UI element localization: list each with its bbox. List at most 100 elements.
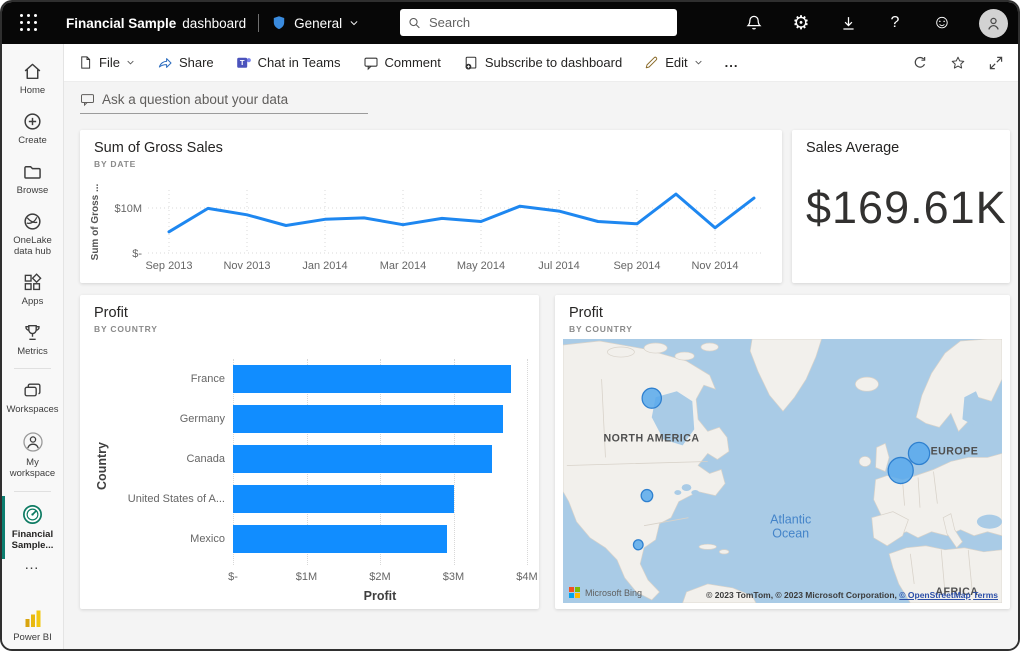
share-icon xyxy=(157,55,173,71)
person-icon xyxy=(985,15,1002,32)
bing-map[interactable]: NORTH AMERICAEUROPEAFRICAAtlanticOceanCa… xyxy=(563,339,1002,603)
sidebar-item-onelake-data-hub[interactable]: OneLake data hub xyxy=(2,204,63,265)
openstreetmap-link[interactable]: © OpenStreetMap xyxy=(899,590,970,600)
bar-category-label: Canada xyxy=(80,453,225,465)
sidebar-item-metrics[interactable]: Metrics xyxy=(2,315,63,365)
line-chart: Sep 2013Nov 2013Jan 2014Mar 2014May 2014… xyxy=(84,176,774,276)
bar-France[interactable] xyxy=(233,365,511,393)
top-app-bar: Financial Sampledashboard General ⚙ ? ☺ xyxy=(2,2,1018,44)
bar-category-label: Germany xyxy=(80,413,225,425)
tile-title: Sum of Gross Sales xyxy=(94,140,768,156)
help-icon[interactable]: ? xyxy=(885,13,905,33)
dashboard-toolbar: File Share T Chat in Teams Comment xyxy=(64,44,1018,82)
tile-title: Profit xyxy=(94,305,525,321)
bar-xaxis-tick: $1M xyxy=(296,571,317,583)
chevron-down-icon xyxy=(349,18,359,28)
metrics-icon xyxy=(22,322,43,343)
tile-gross-sales-line-chart[interactable]: Sum of Gross Sales BY DATE Sep 2013Nov 2… xyxy=(80,130,782,283)
sidebar-item-home[interactable]: Home xyxy=(2,54,63,104)
edit-pencil-icon xyxy=(644,55,659,70)
ask-question-input[interactable]: Ask a question about your data xyxy=(80,92,368,114)
edit-button[interactable]: Edit xyxy=(644,55,702,70)
subscribe-icon xyxy=(463,55,479,71)
sidebar-item-create[interactable]: Create xyxy=(2,104,63,154)
search-icon xyxy=(408,16,421,30)
sensitivity-label-text: General xyxy=(294,16,342,31)
sidebar-item-my-workspace[interactable]: My workspace xyxy=(2,423,63,487)
browse-icon xyxy=(22,161,43,182)
notifications-bell-icon[interactable] xyxy=(744,13,764,33)
toolbar-more-button[interactable]: ... xyxy=(725,55,739,70)
terms-link[interactable]: Terms xyxy=(973,590,998,600)
sidebar-item-financial-sample[interactable]: Financial Sample... xyxy=(2,496,63,559)
left-nav-sidebar: Home Create Browse OneLake data hub Apps… xyxy=(2,44,64,651)
bar-category-label: United States of A... xyxy=(80,493,225,505)
bar-category-label: France xyxy=(80,373,225,385)
home-icon xyxy=(22,61,43,82)
card-value: $169.61K xyxy=(806,182,996,234)
download-icon[interactable] xyxy=(838,13,858,33)
svg-text:Jul 2014: Jul 2014 xyxy=(538,260,580,272)
refresh-icon[interactable] xyxy=(912,55,928,71)
app-window: Financial Sampledashboard General ⚙ ? ☺ xyxy=(0,0,1020,651)
bing-logo: Microsoft Bing xyxy=(569,587,642,598)
sidebar-divider xyxy=(14,491,51,492)
share-button[interactable]: Share xyxy=(157,55,214,71)
map-bubble-Germany[interactable]: Germany xyxy=(908,442,929,464)
svg-text:Sep 2014: Sep 2014 xyxy=(613,260,660,272)
file-menu-button[interactable]: File xyxy=(78,55,135,70)
favorite-star-icon[interactable] xyxy=(950,55,966,71)
sidebar-item-workspaces[interactable]: Workspaces xyxy=(2,373,63,423)
search-input[interactable] xyxy=(427,14,669,31)
bar-Germany[interactable] xyxy=(233,405,503,433)
svg-text:T: T xyxy=(239,58,244,67)
svg-text:May 2014: May 2014 xyxy=(457,260,505,272)
bar-xaxis-tick: $3M xyxy=(443,571,464,583)
apps-icon xyxy=(22,272,43,293)
bar-category-label: Mexico xyxy=(80,533,225,545)
map-canvas: NORTH AMERICAEUROPEAFRICAAtlanticOceanCa… xyxy=(563,339,1002,603)
tile-profit-map[interactable]: Profit BY COUNTRY xyxy=(555,295,1010,609)
feedback-smiley-icon[interactable]: ☺ xyxy=(932,13,952,33)
chevron-down-icon xyxy=(694,58,703,67)
sidebar-overflow-icon[interactable]: ... xyxy=(2,559,63,574)
bar-Mexico[interactable] xyxy=(233,525,447,553)
svg-text:Ocean: Ocean xyxy=(772,526,809,541)
microsoft-logo-icon xyxy=(569,587,580,598)
sensitivity-label-selector[interactable]: General xyxy=(271,14,359,32)
tile-profit-bar-chart[interactable]: Profit BY COUNTRY Profit Country $-$1M$2… xyxy=(80,295,539,609)
teams-icon: T xyxy=(236,55,252,71)
bar-row: France xyxy=(80,365,539,393)
fullscreen-expand-icon[interactable] xyxy=(988,55,1004,71)
svg-text:Jan 2014: Jan 2014 xyxy=(302,260,347,272)
tile-subtitle: BY COUNTRY xyxy=(94,324,525,334)
bar-United States of A...[interactable] xyxy=(233,485,454,513)
bar-xaxis-tick: $- xyxy=(228,571,238,583)
account-avatar[interactable] xyxy=(979,9,1008,38)
qna-section: Ask a question about your data xyxy=(64,82,1018,120)
tile-sales-average-card[interactable]: Sales Average $169.61K xyxy=(792,130,1010,283)
sidebar-item-browse[interactable]: Browse xyxy=(2,154,63,204)
comment-button[interactable]: Comment xyxy=(363,55,441,71)
map-bubble-Canada[interactable]: Canada xyxy=(642,388,661,408)
map-bubble-France[interactable]: France xyxy=(888,457,913,483)
tile-title: Sales Average xyxy=(806,140,996,156)
sidebar-item-apps[interactable]: Apps xyxy=(2,265,63,315)
dashboard-title: Financial Sampledashboard xyxy=(66,16,246,31)
settings-gear-icon[interactable]: ⚙ xyxy=(791,13,811,33)
speech-bubble-icon xyxy=(80,92,95,107)
bar-row: Germany xyxy=(80,405,539,433)
global-search[interactable] xyxy=(400,9,677,36)
bar-xaxis-tick: $2M xyxy=(369,571,390,583)
bar-Canada[interactable] xyxy=(233,445,492,473)
subscribe-button[interactable]: Subscribe to dashboard xyxy=(463,55,622,71)
map-bubble-United States[interactable]: United States xyxy=(641,490,653,502)
sidebar-divider xyxy=(14,368,51,369)
app-launcher-icon[interactable] xyxy=(20,14,38,32)
chat-in-teams-button[interactable]: T Chat in Teams xyxy=(236,55,341,71)
create-icon xyxy=(22,111,43,132)
tile-subtitle: BY DATE xyxy=(94,159,768,169)
svg-text:$10M: $10M xyxy=(114,203,142,215)
tile-subtitle: BY COUNTRY xyxy=(569,324,996,334)
map-bubble-Mexico[interactable]: Mexico xyxy=(633,540,643,550)
